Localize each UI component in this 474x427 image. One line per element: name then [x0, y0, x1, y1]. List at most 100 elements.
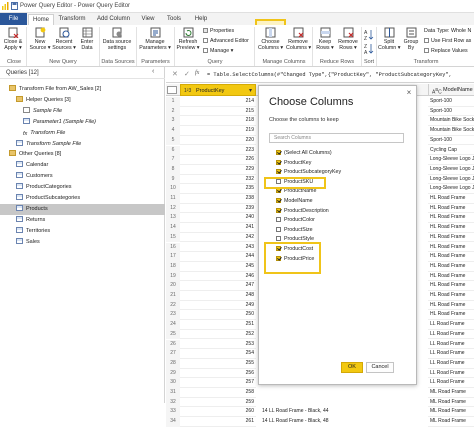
row-number[interactable]: 2	[166, 106, 180, 117]
row-number[interactable]: 9	[166, 174, 180, 185]
cell-productkey[interactable]: 215	[180, 107, 256, 117]
tab-home[interactable]: Home	[28, 14, 54, 25]
row-number[interactable]: 22	[166, 300, 180, 311]
cell-modelname[interactable]: LL Road Frame	[428, 369, 474, 379]
cell-productkey[interactable]: 229	[180, 165, 256, 175]
cell-modelname[interactable]: Mountain Bike Socks	[428, 116, 474, 127]
query-item[interactable]: Other Queries [8]	[0, 149, 165, 160]
cell-modelname[interactable]: HL Road Frame	[428, 310, 474, 321]
cell-modelname[interactable]: HL Road Frame	[428, 252, 474, 262]
cell-modelname[interactable]: LL Road Frame	[428, 378, 474, 388]
query-item[interactable]: Customers	[0, 171, 165, 182]
checkbox-checked[interactable]	[276, 188, 281, 194]
cell-modelname[interactable]: Long-Sleeve Logo Jersey	[428, 165, 474, 175]
cell-productkey[interactable]: 219	[180, 126, 256, 136]
cell-productkey[interactable]: 253	[180, 340, 256, 350]
cell-productkey[interactable]: 247	[180, 281, 256, 291]
cell-productkey[interactable]: 248	[180, 291, 256, 301]
row-number[interactable]: 28	[166, 358, 180, 369]
cell-modelname[interactable]: HL Road Frame	[428, 213, 474, 224]
row-number[interactable]: 21	[166, 291, 180, 301]
cancel-formula-icon[interactable]: ✕	[172, 70, 178, 78]
row-number[interactable]: 7	[166, 155, 180, 165]
cell-modelname[interactable]: Mountain Bike Socks	[428, 126, 474, 136]
row-number[interactable]: 27	[166, 349, 180, 359]
query-item[interactable]: Helper Queries [3]	[0, 95, 165, 106]
sort-ascending-icon[interactable]: AZ	[364, 29, 374, 41]
row-number[interactable]: 18	[166, 261, 180, 272]
tab-transform[interactable]: Transform	[57, 14, 87, 25]
save-icon[interactable]	[11, 2, 18, 10]
cell-productkey[interactable]: 250	[180, 310, 256, 321]
row-number[interactable]: 24	[166, 320, 180, 330]
manage-parameters-button[interactable]: Manage Parameters ▾	[138, 27, 172, 51]
query-item[interactable]: Sample File	[0, 106, 165, 117]
cell-productkey[interactable]: 244	[180, 252, 256, 262]
row-number[interactable]: 30	[166, 378, 180, 388]
cell-productkey[interactable]: 238	[180, 194, 256, 204]
cell-productkey[interactable]: 249	[180, 301, 256, 311]
cell-modelname[interactable]: LL Road Frame	[428, 320, 474, 330]
row-number[interactable]: 8	[166, 164, 180, 175]
column-checkbox-item[interactable]: ProductKey	[276, 159, 311, 169]
cell-productkey[interactable]: 214	[180, 97, 256, 107]
query-item[interactable]: Returns	[0, 215, 165, 226]
row-number[interactable]: 31	[166, 388, 180, 398]
ok-button[interactable]: OK	[341, 362, 363, 373]
remove-columns-button[interactable]: Remove Columns ▾	[286, 27, 311, 51]
query-item[interactable]: Calendar	[0, 160, 165, 171]
cell-modelname[interactable]: HL Road Frame	[428, 204, 474, 214]
row-number[interactable]: 3	[166, 116, 180, 127]
checkbox-checked[interactable]	[276, 150, 281, 155]
cell-modelname[interactable]: Long-Sleeve Logo Jersey	[428, 155, 474, 165]
row-number[interactable]: 29	[166, 368, 180, 379]
checkbox-checked[interactable]	[276, 198, 281, 203]
checkbox-unchecked[interactable]	[276, 217, 281, 223]
cell-productkey[interactable]: 251	[180, 320, 256, 330]
row-number[interactable]: 6	[166, 145, 180, 156]
cell-productkey[interactable]: 246	[180, 272, 256, 282]
recent-sources-button[interactable]: Recent Sources ▾	[52, 27, 76, 51]
cell-productkey[interactable]: 255	[180, 359, 256, 369]
cell-productkey[interactable]: 226	[180, 155, 256, 165]
cell-modelname[interactable]: Long-Sleeve Logo Jersey	[428, 184, 474, 194]
tab-view[interactable]: View	[138, 14, 158, 25]
cell-modelname[interactable]: ML Road Frame	[428, 388, 474, 398]
checkbox-checked[interactable]	[276, 207, 281, 213]
cell-modelname[interactable]: LL Road Frame	[428, 330, 474, 340]
query-item[interactable]: Sales	[0, 237, 165, 248]
advanced-editor-button[interactable]: Advanced Editor	[203, 38, 249, 44]
cell-modelname[interactable]: HL Road Frame	[428, 233, 474, 243]
query-item[interactable]: Transform File from AW_Sales [2]	[0, 84, 165, 95]
column-checkbox-item[interactable]: ProductDescription	[276, 207, 329, 217]
row-number[interactable]: 5	[166, 135, 180, 146]
enter-data-button[interactable]: Enter Data	[77, 27, 97, 51]
tab-add-column[interactable]: Add Column	[95, 14, 132, 25]
cell-modelname[interactable]: ML Road Frame	[428, 407, 474, 418]
cancel-button[interactable]: Cancel	[366, 362, 394, 373]
cell-modelname[interactable]: HL Road Frame	[428, 243, 474, 253]
cell-modelname[interactable]: LL Road Frame	[428, 340, 474, 350]
new-source-button[interactable]: New Source ▾	[29, 27, 51, 51]
query-item[interactable]: Products	[0, 203, 165, 215]
column-checkbox-item[interactable]: ModelName	[276, 197, 313, 207]
row-number[interactable]: 17	[166, 252, 180, 262]
cell-modelname[interactable]: HL Road Frame	[428, 262, 474, 272]
refresh-preview-button[interactable]: Refresh Preview ▾	[176, 27, 200, 51]
replace-values-button[interactable]: Replace Values	[424, 48, 468, 54]
query-item[interactable]: Transform Sample File	[0, 139, 165, 150]
cell-modelname[interactable]: HL Road Frame	[428, 194, 474, 204]
cell-productkey[interactable]: 235	[180, 184, 256, 194]
remove-rows-button[interactable]: Remove Rows ▾	[337, 27, 359, 51]
checkbox-unchecked[interactable]	[276, 236, 281, 242]
checkbox-unchecked[interactable]	[276, 226, 281, 232]
row-number[interactable]: 33	[166, 407, 180, 418]
tab-file[interactable]: File	[0, 13, 27, 25]
cell-productkey[interactable]: 260	[180, 407, 256, 418]
cell-modelname[interactable]: LL Road Frame	[428, 359, 474, 369]
cell-productkey[interactable]: 240	[180, 213, 256, 224]
group-by-button[interactable]: Group By	[401, 27, 421, 51]
tab-tools[interactable]: Tools	[163, 14, 185, 25]
cell-productkey[interactable]: 257	[180, 378, 256, 388]
cell-productkey[interactable]: 256	[180, 369, 256, 379]
